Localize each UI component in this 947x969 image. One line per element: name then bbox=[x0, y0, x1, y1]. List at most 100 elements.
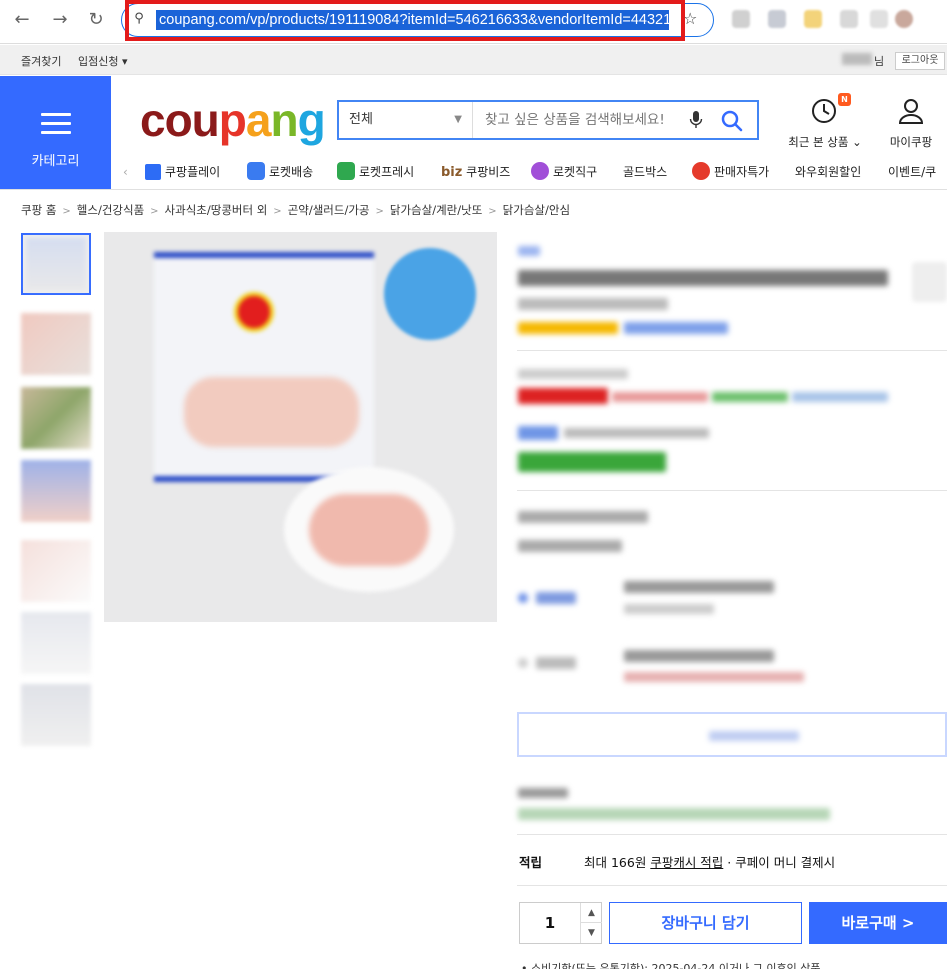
logout-button[interactable]: 로그아웃 bbox=[895, 52, 945, 70]
product-thumbnail[interactable] bbox=[21, 313, 91, 375]
user-name bbox=[842, 53, 872, 65]
chevron-right-icon: > bbox=[488, 206, 497, 217]
sale-price bbox=[518, 388, 608, 404]
back-icon[interactable]: ← bbox=[10, 8, 34, 32]
microphone-icon[interactable] bbox=[689, 110, 703, 130]
increase-icon[interactable]: ▲ bbox=[580, 903, 602, 923]
breadcrumb-item[interactable]: 사과식초/땅콩버터 외 bbox=[165, 203, 268, 217]
extension-icon[interactable] bbox=[732, 10, 750, 28]
bookmark-star-icon[interactable]: ☆ bbox=[683, 9, 697, 28]
product-thumbnail[interactable] bbox=[21, 612, 91, 674]
recent-products-label: 최근 본 상품 ⌄ bbox=[788, 135, 862, 149]
decrease-icon[interactable]: ▼ bbox=[580, 923, 602, 943]
chevron-right-icon: > bbox=[273, 206, 282, 217]
delivery-info bbox=[792, 392, 888, 402]
caret-down-icon: ▼ bbox=[454, 114, 462, 125]
header-divider bbox=[0, 189, 947, 190]
divider bbox=[517, 490, 947, 491]
product-thumbnail[interactable] bbox=[21, 387, 91, 449]
clock-icon bbox=[812, 99, 836, 123]
gnb-item-coupang-biz[interactable]: biz 쿠팡비즈 bbox=[441, 160, 510, 185]
search-input[interactable] bbox=[485, 102, 685, 138]
breadcrumb-item[interactable]: 곤약/샐러드/가공 bbox=[288, 203, 370, 217]
search-icon[interactable] bbox=[719, 108, 745, 134]
quantity-input[interactable]: 1 bbox=[520, 903, 580, 943]
option-unit-price bbox=[624, 672, 804, 682]
breadcrumb-item[interactable]: 닭가슴살/계란/낫또 bbox=[390, 203, 482, 217]
reward-label: 적립 bbox=[519, 855, 543, 870]
breadcrumb: 쿠팡 홈 > 헬스/건강식품 > 사과식초/땅콩버터 외 > 곤약/샐러드/가공 > 닭가슴살/… bbox=[21, 202, 570, 218]
gnb-item-rocket-delivery[interactable]: 로켓배송 bbox=[247, 160, 313, 184]
option-price bbox=[624, 650, 774, 662]
extension-icon[interactable] bbox=[768, 10, 786, 28]
breadcrumb-item[interactable]: 쿠팡 홈 bbox=[21, 203, 56, 217]
product-thumbnail[interactable] bbox=[21, 684, 91, 746]
breadcrumb-item[interactable]: 헬스/건강식품 bbox=[77, 203, 144, 217]
option-radio[interactable] bbox=[518, 658, 528, 668]
product-main-image[interactable] bbox=[104, 232, 497, 622]
mypage-button[interactable]: 마이쿠팡 bbox=[880, 96, 942, 150]
user-icon bbox=[898, 99, 924, 124]
category-nav: ‹ 쿠팡플레이 로켓배송 로켓프레시 biz 쿠팡비즈 로켓직구 골드박스 판매… bbox=[111, 160, 947, 184]
chevron-right-icon: > bbox=[375, 206, 384, 217]
add-to-cart-button[interactable]: 장바구니 담기 bbox=[609, 902, 802, 944]
gnb-item-wow-discount[interactable]: 와우회원할인 bbox=[795, 160, 861, 184]
recent-products-button[interactable]: 최근 본 상품 ⌄ bbox=[780, 96, 870, 150]
rocket-fresh-icon bbox=[337, 162, 355, 180]
discount-info bbox=[518, 369, 628, 379]
option-name[interactable] bbox=[536, 657, 576, 669]
util-bar: 즐겨찾기 입점신청 ▾ 님 bbox=[0, 45, 947, 75]
percent-icon bbox=[692, 162, 710, 180]
gnb-item-goldbox[interactable]: 골드박스 bbox=[623, 160, 667, 184]
extension-icon[interactable] bbox=[804, 10, 822, 28]
category-menu-button[interactable]: 카테고리 bbox=[0, 76, 111, 189]
gnb-item-rocket-fresh[interactable]: 로켓프레시 bbox=[337, 160, 414, 184]
gnb-item-coupang-play[interactable]: 쿠팡플레이 bbox=[145, 160, 220, 184]
new-badge: N bbox=[838, 93, 851, 106]
search-bar: 전체 ▼ bbox=[337, 100, 759, 140]
share-icon[interactable] bbox=[912, 262, 947, 302]
extension-icon[interactable] bbox=[870, 10, 888, 28]
brand-link[interactable] bbox=[518, 246, 540, 256]
product-thumbnail[interactable] bbox=[21, 233, 91, 295]
extension-icon[interactable] bbox=[840, 10, 858, 28]
buy-now-button[interactable]: 바로구매 > bbox=[809, 902, 947, 944]
expiry-note: • 소비기한(또는 유통기한): 2025-04-24 이거나 그 이후인 상품 bbox=[521, 962, 821, 969]
breadcrumb-item[interactable]: 닭가슴살/안심 bbox=[503, 203, 570, 217]
selected-option bbox=[518, 540, 622, 552]
review-count[interactable] bbox=[624, 322, 728, 334]
gnb-prev-icon[interactable]: ‹ bbox=[123, 160, 128, 184]
gnb-item-events[interactable]: 이벤트/쿠 bbox=[888, 160, 936, 184]
coupang-logo[interactable]: coupang bbox=[140, 92, 326, 148]
chevron-right-icon: > bbox=[150, 206, 159, 217]
profile-avatar[interactable] bbox=[895, 10, 913, 28]
option-radio-selected[interactable] bbox=[518, 593, 528, 603]
seller-info bbox=[518, 808, 830, 820]
gnb-item-seller-deal[interactable]: 판매자특가 bbox=[692, 160, 769, 184]
unit-price bbox=[612, 392, 708, 402]
option-price bbox=[624, 581, 774, 593]
chevron-right-icon: > bbox=[62, 206, 71, 217]
quantity-stepper: 1 ▲ ▼ bbox=[519, 902, 602, 944]
highlight-box bbox=[125, 0, 685, 41]
product-thumbnail[interactable] bbox=[21, 540, 91, 602]
search-category-select[interactable]: 전체 ▼ bbox=[339, 102, 473, 138]
reload-icon[interactable]: ↻ bbox=[84, 8, 108, 32]
product-thumbnail[interactable] bbox=[21, 460, 91, 522]
coupang-cash-link[interactable]: 쿠팡캐시 적립 bbox=[650, 855, 723, 870]
bookmark-link[interactable]: 즐겨찾기 bbox=[21, 53, 61, 69]
divider bbox=[517, 350, 947, 351]
user-suffix: 님 bbox=[874, 55, 885, 68]
cashback-banner bbox=[518, 452, 666, 472]
option-unit-price bbox=[624, 604, 714, 614]
divider bbox=[517, 834, 947, 835]
option-name[interactable] bbox=[536, 592, 576, 604]
product-title bbox=[518, 270, 888, 286]
all-options-button[interactable] bbox=[517, 712, 947, 757]
gnb-item-rocket-global[interactable]: 로켓직구 bbox=[531, 160, 597, 184]
seller-signup-link[interactable]: 입점신청 ▾ bbox=[78, 53, 128, 69]
rating-stars bbox=[518, 322, 618, 334]
forward-icon[interactable]: → bbox=[48, 8, 72, 32]
divider bbox=[517, 885, 947, 886]
category-label: 카테고리 bbox=[31, 154, 80, 169]
